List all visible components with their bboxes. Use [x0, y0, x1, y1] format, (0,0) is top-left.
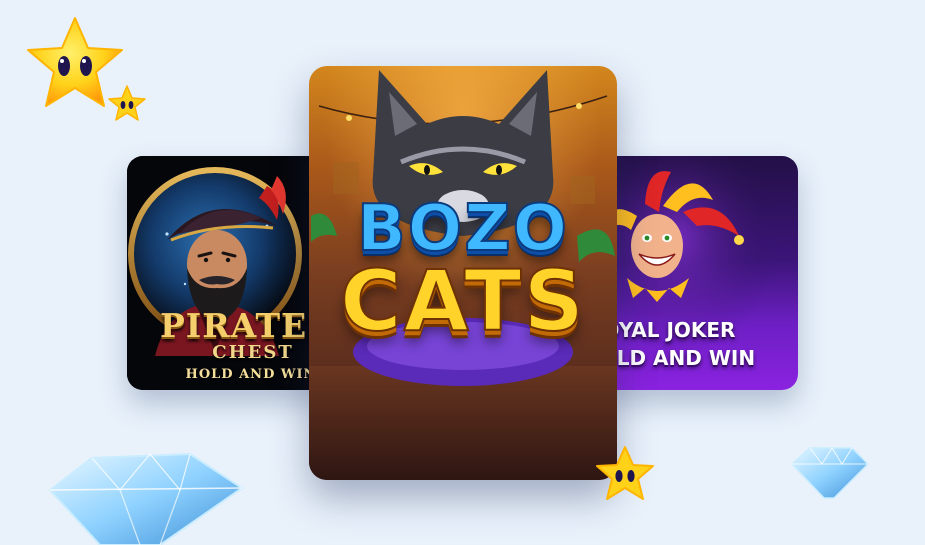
game-showcase: PIRATES CHEST HOLD AND WIN ROYAL JOKER H…: [0, 0, 925, 545]
game-title-line2: HOLD AND WIN: [597, 346, 756, 370]
star-icon: [596, 446, 654, 500]
game-card-bozo-cats[interactable]: BOZO CATS: [309, 66, 617, 480]
game-title-line2: CATS: [339, 251, 586, 351]
game-card-pirates-chest[interactable]: PIRATES CHEST HOLD AND WIN: [127, 156, 327, 390]
game-title-line1: ROYAL JOKER: [597, 318, 736, 342]
diamond-icon: [790, 447, 870, 499]
game-card-royal-joker[interactable]: ROYAL JOKER HOLD AND WIN: [597, 156, 798, 390]
star-icon: [108, 85, 146, 121]
diamond-icon: [48, 452, 244, 545]
game-title-line3: HOLD AND WIN: [185, 367, 317, 382]
game-title-line1: PIRATES: [159, 306, 327, 345]
game-title-line2: CHEST: [212, 342, 294, 363]
